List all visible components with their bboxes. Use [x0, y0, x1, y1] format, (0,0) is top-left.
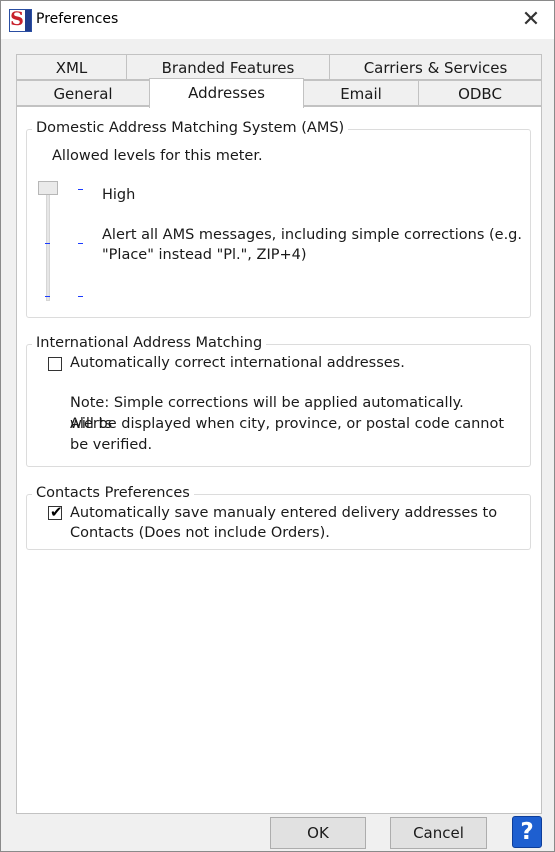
help-icon[interactable]: ?	[512, 816, 542, 848]
app-logo-icon: S	[9, 8, 32, 32]
slider-track	[46, 189, 50, 301]
cancel-button[interactable]: Cancel	[390, 817, 487, 849]
ams-level-description-line2: "Place" instead "Pl.", ZIP+4)	[102, 247, 307, 263]
contacts-group-legend: Contacts Preferences	[32, 485, 194, 501]
ams-group-legend: Domestic Address Matching System (AMS)	[32, 120, 349, 136]
window-title: Preferences	[36, 11, 119, 27]
checkmark-icon: ✔	[50, 503, 63, 521]
title-bar: S Preferences ✕	[1, 1, 554, 39]
allowed-levels-label: Allowed levels for this meter.	[52, 148, 263, 164]
tab-xml[interactable]: XML	[16, 54, 127, 80]
international-note-line2: will be displayed when city, province, o…	[70, 416, 505, 432]
auto-save-contacts-checkbox[interactable]: ✔	[48, 503, 63, 521]
close-button[interactable]: ✕	[518, 7, 544, 33]
ams-level-name: High	[102, 187, 136, 203]
ams-level-description-line1: Alert all AMS messages, including simple…	[102, 227, 522, 243]
auto-save-contacts-label-line2[interactable]: Contacts (Does not include Orders).	[70, 523, 330, 543]
tab-branded-features[interactable]: Branded Features	[126, 54, 330, 80]
slider-tick	[45, 243, 50, 244]
slider-tick	[78, 189, 83, 190]
tab-odbc[interactable]: ODBC	[418, 80, 542, 106]
tab-email[interactable]: Email	[303, 80, 419, 106]
tab-general[interactable]: General	[16, 80, 150, 106]
auto-correct-international-label[interactable]: Automatically correct international addr…	[70, 353, 405, 373]
preferences-window: S Preferences ✕ XML Branded Features Car…	[0, 0, 555, 852]
international-group-legend: International Address Matching	[32, 335, 267, 351]
slider-thumb[interactable]	[38, 181, 58, 195]
auto-correct-international-checkbox[interactable]	[48, 357, 62, 371]
international-note-line3: be verified.	[70, 437, 153, 453]
auto-save-contacts-label-line1[interactable]: Automatically save manualy entered deliv…	[70, 503, 497, 523]
slider-tick	[45, 296, 50, 297]
slider-tick	[78, 296, 83, 297]
tab-addresses[interactable]: Addresses	[149, 78, 304, 108]
slider-tick	[78, 243, 83, 244]
ok-button[interactable]: OK	[270, 817, 366, 849]
tab-carriers-services[interactable]: Carriers & Services	[329, 54, 542, 80]
